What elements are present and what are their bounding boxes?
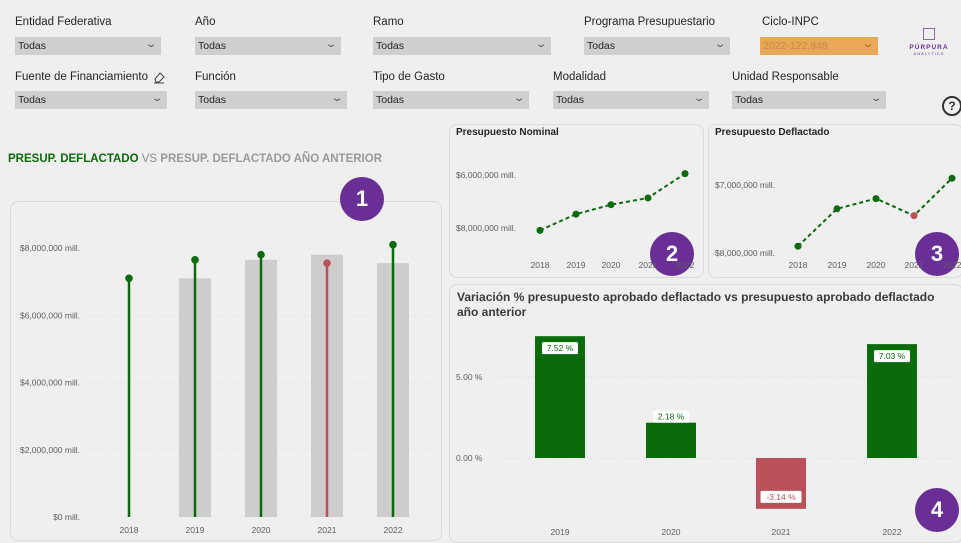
x-tick-label: 2020 [252, 525, 271, 535]
chart-title-variacion: Variación % presupuesto aprobado deflact… [457, 290, 935, 319]
x-tick-label: 2019 [186, 525, 205, 535]
badge-3: 3 [915, 232, 959, 276]
y-tick-label: $2,000,000 mill. [20, 445, 80, 455]
panel-variacion [449, 284, 961, 543]
chart-title-deflactado: Presupuesto Deflactado [715, 127, 830, 138]
lollipop-dot [389, 240, 397, 249]
lollipop-dot [257, 250, 265, 259]
badge-2: 2 [650, 232, 694, 276]
chart-title-nominal: Presupuesto Nominal [456, 127, 559, 138]
y-tick-label: $4,000,000 mill. [20, 378, 80, 388]
lollipop-dot [191, 255, 199, 264]
x-tick-label: 2022 [384, 525, 403, 535]
lollipop-dot [125, 274, 133, 283]
x-tick-label: 2021 [318, 525, 337, 535]
x-tick-label: 2018 [120, 525, 139, 535]
lollipop-dot [323, 259, 331, 267]
y-tick-label: $8,000,000 mill. [20, 243, 80, 253]
y-tick-label: $6,000,000 mill. [20, 310, 80, 320]
badge-4: 4 [915, 488, 959, 532]
y-tick-label: $0 mill. [53, 512, 80, 522]
badge-1: 1 [340, 177, 384, 221]
